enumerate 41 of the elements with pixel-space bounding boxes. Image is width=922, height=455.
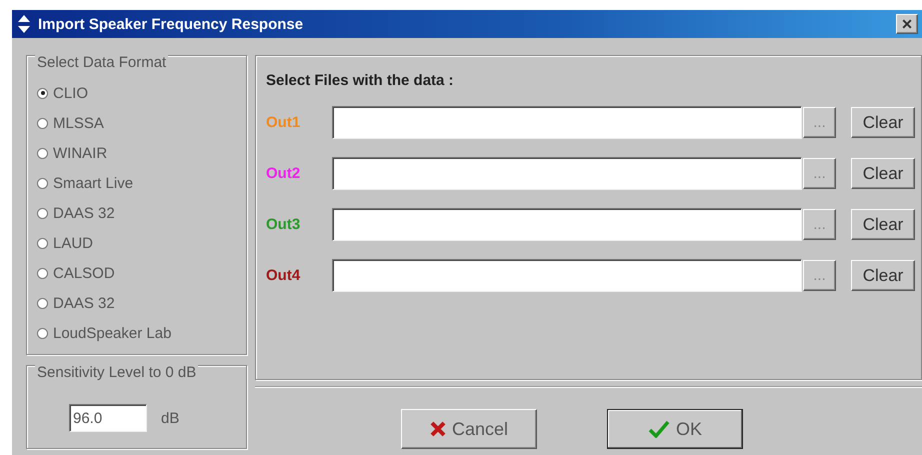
sensitivity-field[interactable]: 96.0	[69, 404, 147, 432]
close-button[interactable]: ×	[896, 14, 918, 34]
format-option[interactable]: DAAS 32	[53, 204, 115, 222]
radio-button[interactable]	[37, 148, 48, 158]
format-option[interactable]: MLSSA	[53, 114, 104, 132]
output-label: Out1	[266, 114, 302, 131]
cancel-button[interactable]: Cancel	[401, 409, 537, 449]
ok-button[interactable]: OK	[607, 409, 743, 449]
output-label: Out4	[266, 267, 302, 284]
check-icon	[648, 420, 670, 438]
clear-button[interactable]: Clear	[851, 209, 915, 240]
format-option[interactable]: LoudSpeaker Lab	[53, 324, 172, 342]
radio-button[interactable]	[37, 298, 48, 308]
cross-icon	[430, 421, 446, 437]
unit-label: dB	[161, 410, 180, 426]
format-option[interactable]: CALSOD	[53, 264, 115, 282]
format-option[interactable]: LAUD	[53, 234, 94, 252]
file-path-field[interactable]	[332, 157, 802, 190]
radio-button[interactable]	[37, 118, 48, 128]
app-icon	[18, 15, 30, 33]
radio-button[interactable]	[37, 268, 48, 278]
radio-button[interactable]	[37, 178, 48, 188]
output-label: Out2	[266, 165, 302, 182]
format-option[interactable]: DAAS 32	[53, 294, 115, 312]
radio-button[interactable]	[37, 238, 48, 248]
files-heading: Select Files with the data :	[266, 72, 454, 89]
clear-button[interactable]: Clear	[851, 107, 915, 138]
group-legend: Sensitivity Level to 0 dB	[35, 364, 198, 381]
clear-button[interactable]: Clear	[851, 158, 915, 189]
file-path-field[interactable]	[332, 208, 802, 241]
format-option[interactable]: WINAIR	[53, 144, 108, 162]
file-path-field[interactable]	[332, 106, 802, 139]
file-path-field[interactable]	[332, 259, 802, 292]
clear-button[interactable]: Clear	[851, 260, 915, 291]
radio-button[interactable]	[37, 328, 48, 338]
radio-button[interactable]	[37, 88, 48, 98]
format-option[interactable]: Smaart Live	[53, 174, 134, 192]
radio-button[interactable]	[37, 208, 48, 218]
window-title: Import Speaker Frequency Response	[38, 16, 304, 32]
format-option[interactable]: CLIO	[53, 84, 88, 102]
output-label: Out3	[266, 216, 302, 233]
